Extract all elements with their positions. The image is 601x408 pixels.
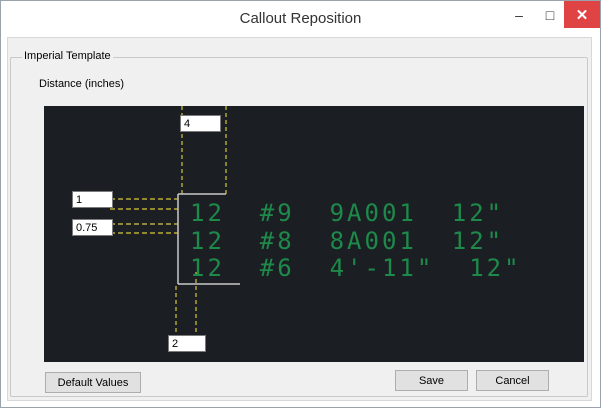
left-top-distance-field[interactable] [72, 191, 113, 208]
callout-row-3: 12 #6 4'-11" 12" [190, 254, 522, 282]
callout-row-1: 12 #9 9A001 12" [190, 199, 505, 227]
minimize-button[interactable]: – [505, 1, 533, 28]
groupbox-label: Imperial Template [22, 50, 113, 62]
title-bar: Callout Reposition – □ ✕ [1, 1, 600, 38]
callout-row-2: 12 #8 8A001 12" [190, 227, 505, 255]
maximize-button[interactable]: □ [536, 1, 564, 28]
save-button[interactable]: Save [395, 370, 468, 391]
top-distance-field[interactable] [180, 115, 221, 132]
callout-preview-canvas: 12 #9 9A001 12" 12 #8 8A001 12" 12 #6 4'… [44, 106, 584, 362]
distance-label: Distance (inches) [39, 78, 124, 90]
close-button[interactable]: ✕ [564, 1, 600, 28]
cancel-button[interactable]: Cancel [476, 370, 549, 391]
bottom-distance-field[interactable] [168, 335, 206, 352]
left-bottom-distance-field[interactable] [72, 219, 113, 236]
default-values-button[interactable]: Default Values [45, 372, 141, 393]
